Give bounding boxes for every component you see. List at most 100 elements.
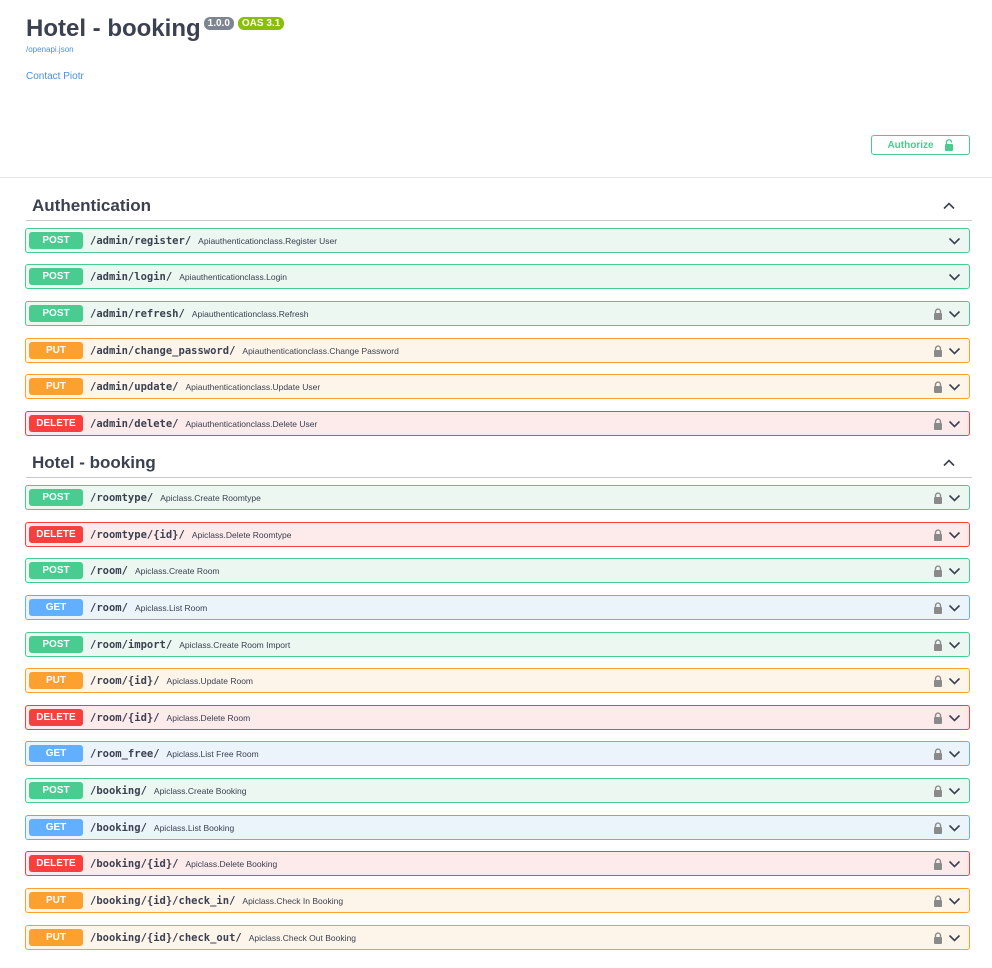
chevron-down-icon[interactable]	[948, 270, 961, 283]
operation-controls	[933, 417, 961, 430]
operation-controls	[933, 931, 961, 944]
method-badge-post: POST	[29, 636, 83, 653]
operation-path: /roomtype/{id}/	[90, 528, 185, 541]
operation-path: /room/import/	[90, 638, 173, 651]
chevron-down-icon[interactable]	[948, 417, 961, 430]
operation-summary: Apiclass.List Room	[134, 602, 208, 613]
lock-icon[interactable]	[933, 601, 943, 614]
method-badge-post: POST	[29, 232, 83, 249]
operation-controls	[933, 601, 961, 614]
operation-path: /room/	[90, 601, 128, 614]
chevron-down-icon[interactable]	[948, 307, 961, 320]
authorize-button[interactable]: Authorize	[871, 135, 970, 155]
method-badge-delete: DELETE	[29, 526, 83, 543]
lock-icon[interactable]	[933, 747, 943, 760]
header-divider	[0, 177, 992, 178]
lock-icon[interactable]	[933, 344, 943, 357]
method-badge-put: PUT	[29, 378, 83, 395]
operation-row[interactable]: GET/room/Apiclass.List Room	[25, 595, 970, 620]
chevron-down-icon[interactable]	[948, 821, 961, 834]
chevron-down-icon[interactable]	[948, 601, 961, 614]
chevron-down-icon[interactable]	[948, 747, 961, 760]
operation-summary: Apiclass.Create Booking	[153, 785, 247, 796]
api-info: Hotel - booking 1.0.0 OAS 3.1 /openapi.j…	[26, 14, 285, 82]
operation-controls	[933, 711, 961, 724]
operation-row[interactable]: POST/admin/register/Apiauthenticationcla…	[25, 228, 970, 253]
chevron-down-icon[interactable]	[948, 344, 961, 357]
method-badge-put: PUT	[29, 342, 83, 359]
version-badge: 1.0.0	[203, 17, 234, 30]
operation-row[interactable]: DELETE/room/{id}/ Apiclass.Delete Room	[25, 705, 970, 730]
openapi-json-link[interactable]: /openapi.json	[26, 45, 284, 54]
lock-icon[interactable]	[933, 711, 943, 724]
chevron-down-icon[interactable]	[948, 857, 961, 870]
chevron-down-icon[interactable]	[948, 784, 961, 797]
section-header-authentication[interactable]: Authentication	[26, 192, 972, 221]
operation-path: /admin/delete/	[90, 417, 179, 430]
operation-row[interactable]: GET/room_free/Apiclass.List Free Room	[25, 741, 970, 766]
lock-icon[interactable]	[933, 821, 943, 834]
lock-icon[interactable]	[933, 564, 943, 577]
lock-icon[interactable]	[933, 638, 943, 651]
operation-row[interactable]: PUT/room/{id}/ Apiclass.Update Room	[25, 668, 970, 693]
operation-controls	[933, 784, 961, 797]
lock-icon[interactable]	[933, 528, 943, 541]
operation-summary: Apiclass.List Free Room	[166, 748, 259, 759]
operation-summary: Apiauthenticationclass.Login	[179, 271, 287, 282]
section-title: Authentication	[32, 196, 151, 215]
chevron-down-icon[interactable]	[948, 931, 961, 944]
operation-summary: Apiauthenticationclass.Register User	[198, 235, 338, 246]
chevron-down-icon[interactable]	[948, 638, 961, 651]
operation-row[interactable]: GET/booking/Apiclass.List Booking	[25, 815, 970, 840]
chevron-down-icon[interactable]	[948, 711, 961, 724]
operation-row[interactable]: DELETE/admin/delete/Apiauthenticationcla…	[25, 411, 970, 436]
lock-icon[interactable]	[933, 307, 943, 320]
lock-icon[interactable]	[933, 380, 943, 393]
lock-icon[interactable]	[933, 784, 943, 797]
operation-row[interactable]: DELETE/booking/{id}/ Apiclass.Delete Book…	[25, 851, 970, 876]
operation-controls	[933, 491, 961, 504]
api-title: Hotel - booking	[26, 15, 201, 42]
chevron-down-icon[interactable]	[948, 564, 961, 577]
operation-controls	[933, 821, 961, 834]
lock-icon[interactable]	[933, 674, 943, 687]
method-badge-get: GET	[29, 599, 83, 616]
oas-badge: OAS 3.1	[237, 17, 285, 30]
method-badge-post: POST	[29, 489, 83, 506]
section-header-hotel-booking[interactable]: Hotel - booking	[26, 449, 972, 478]
operation-controls	[933, 564, 961, 577]
chevron-up-icon[interactable]	[942, 199, 956, 213]
method-badge-put: PUT	[29, 672, 83, 689]
lock-icon[interactable]	[933, 491, 943, 504]
operation-row[interactable]: POST/admin/refresh/Apiauthenticationclas…	[25, 301, 970, 326]
chevron-down-icon[interactable]	[948, 380, 961, 393]
lock-icon[interactable]	[933, 857, 943, 870]
operation-path: /booking/{id}/check_in/	[90, 894, 236, 907]
operation-path: /room/{id}/	[90, 711, 160, 724]
lock-icon[interactable]	[933, 931, 943, 944]
operation-controls	[933, 307, 961, 320]
operation-path: /admin/update/	[90, 380, 179, 393]
operation-controls	[933, 894, 961, 907]
operation-row[interactable]: DELETE/roomtype/{id}/ Apiclass.Delete Roo…	[25, 522, 970, 547]
operation-row[interactable]: PUT/admin/change_password/Apiauthenticat…	[25, 338, 970, 363]
lock-icon[interactable]	[933, 894, 943, 907]
chevron-down-icon[interactable]	[948, 674, 961, 687]
operation-row[interactable]: POST/roomtype/Apiclass.Create Roomtype	[25, 485, 970, 510]
chevron-down-icon[interactable]	[948, 234, 961, 247]
operation-row[interactable]: PUT/booking/{id}/check_in/Apiclass.Check…	[25, 888, 970, 913]
chevron-up-icon[interactable]	[942, 456, 956, 470]
operation-summary: Apiclass.Update Room	[166, 675, 254, 686]
operation-row[interactable]: POST/room/Apiclass.Create Room	[25, 558, 970, 583]
operation-row[interactable]: POST/booking/Apiclass.Create Booking	[25, 778, 970, 803]
operation-row[interactable]: PUT/admin/update/Apiauthenticationclass.…	[25, 374, 970, 399]
operation-row[interactable]: POST/admin/login/Apiauthenticationclass.…	[25, 264, 970, 289]
lock-icon[interactable]	[933, 417, 943, 430]
operation-row[interactable]: POST/room/import/Apiclass.Create Room Im…	[25, 632, 970, 657]
operation-row[interactable]: PUT/booking/{id}/check_out/Apiclass.Chec…	[25, 925, 970, 950]
operation-summary: Apiclass.Delete Booking	[185, 858, 278, 869]
contact-link[interactable]: Contact Piotr	[26, 71, 284, 82]
chevron-down-icon[interactable]	[948, 491, 961, 504]
chevron-down-icon[interactable]	[948, 528, 961, 541]
chevron-down-icon[interactable]	[948, 894, 961, 907]
